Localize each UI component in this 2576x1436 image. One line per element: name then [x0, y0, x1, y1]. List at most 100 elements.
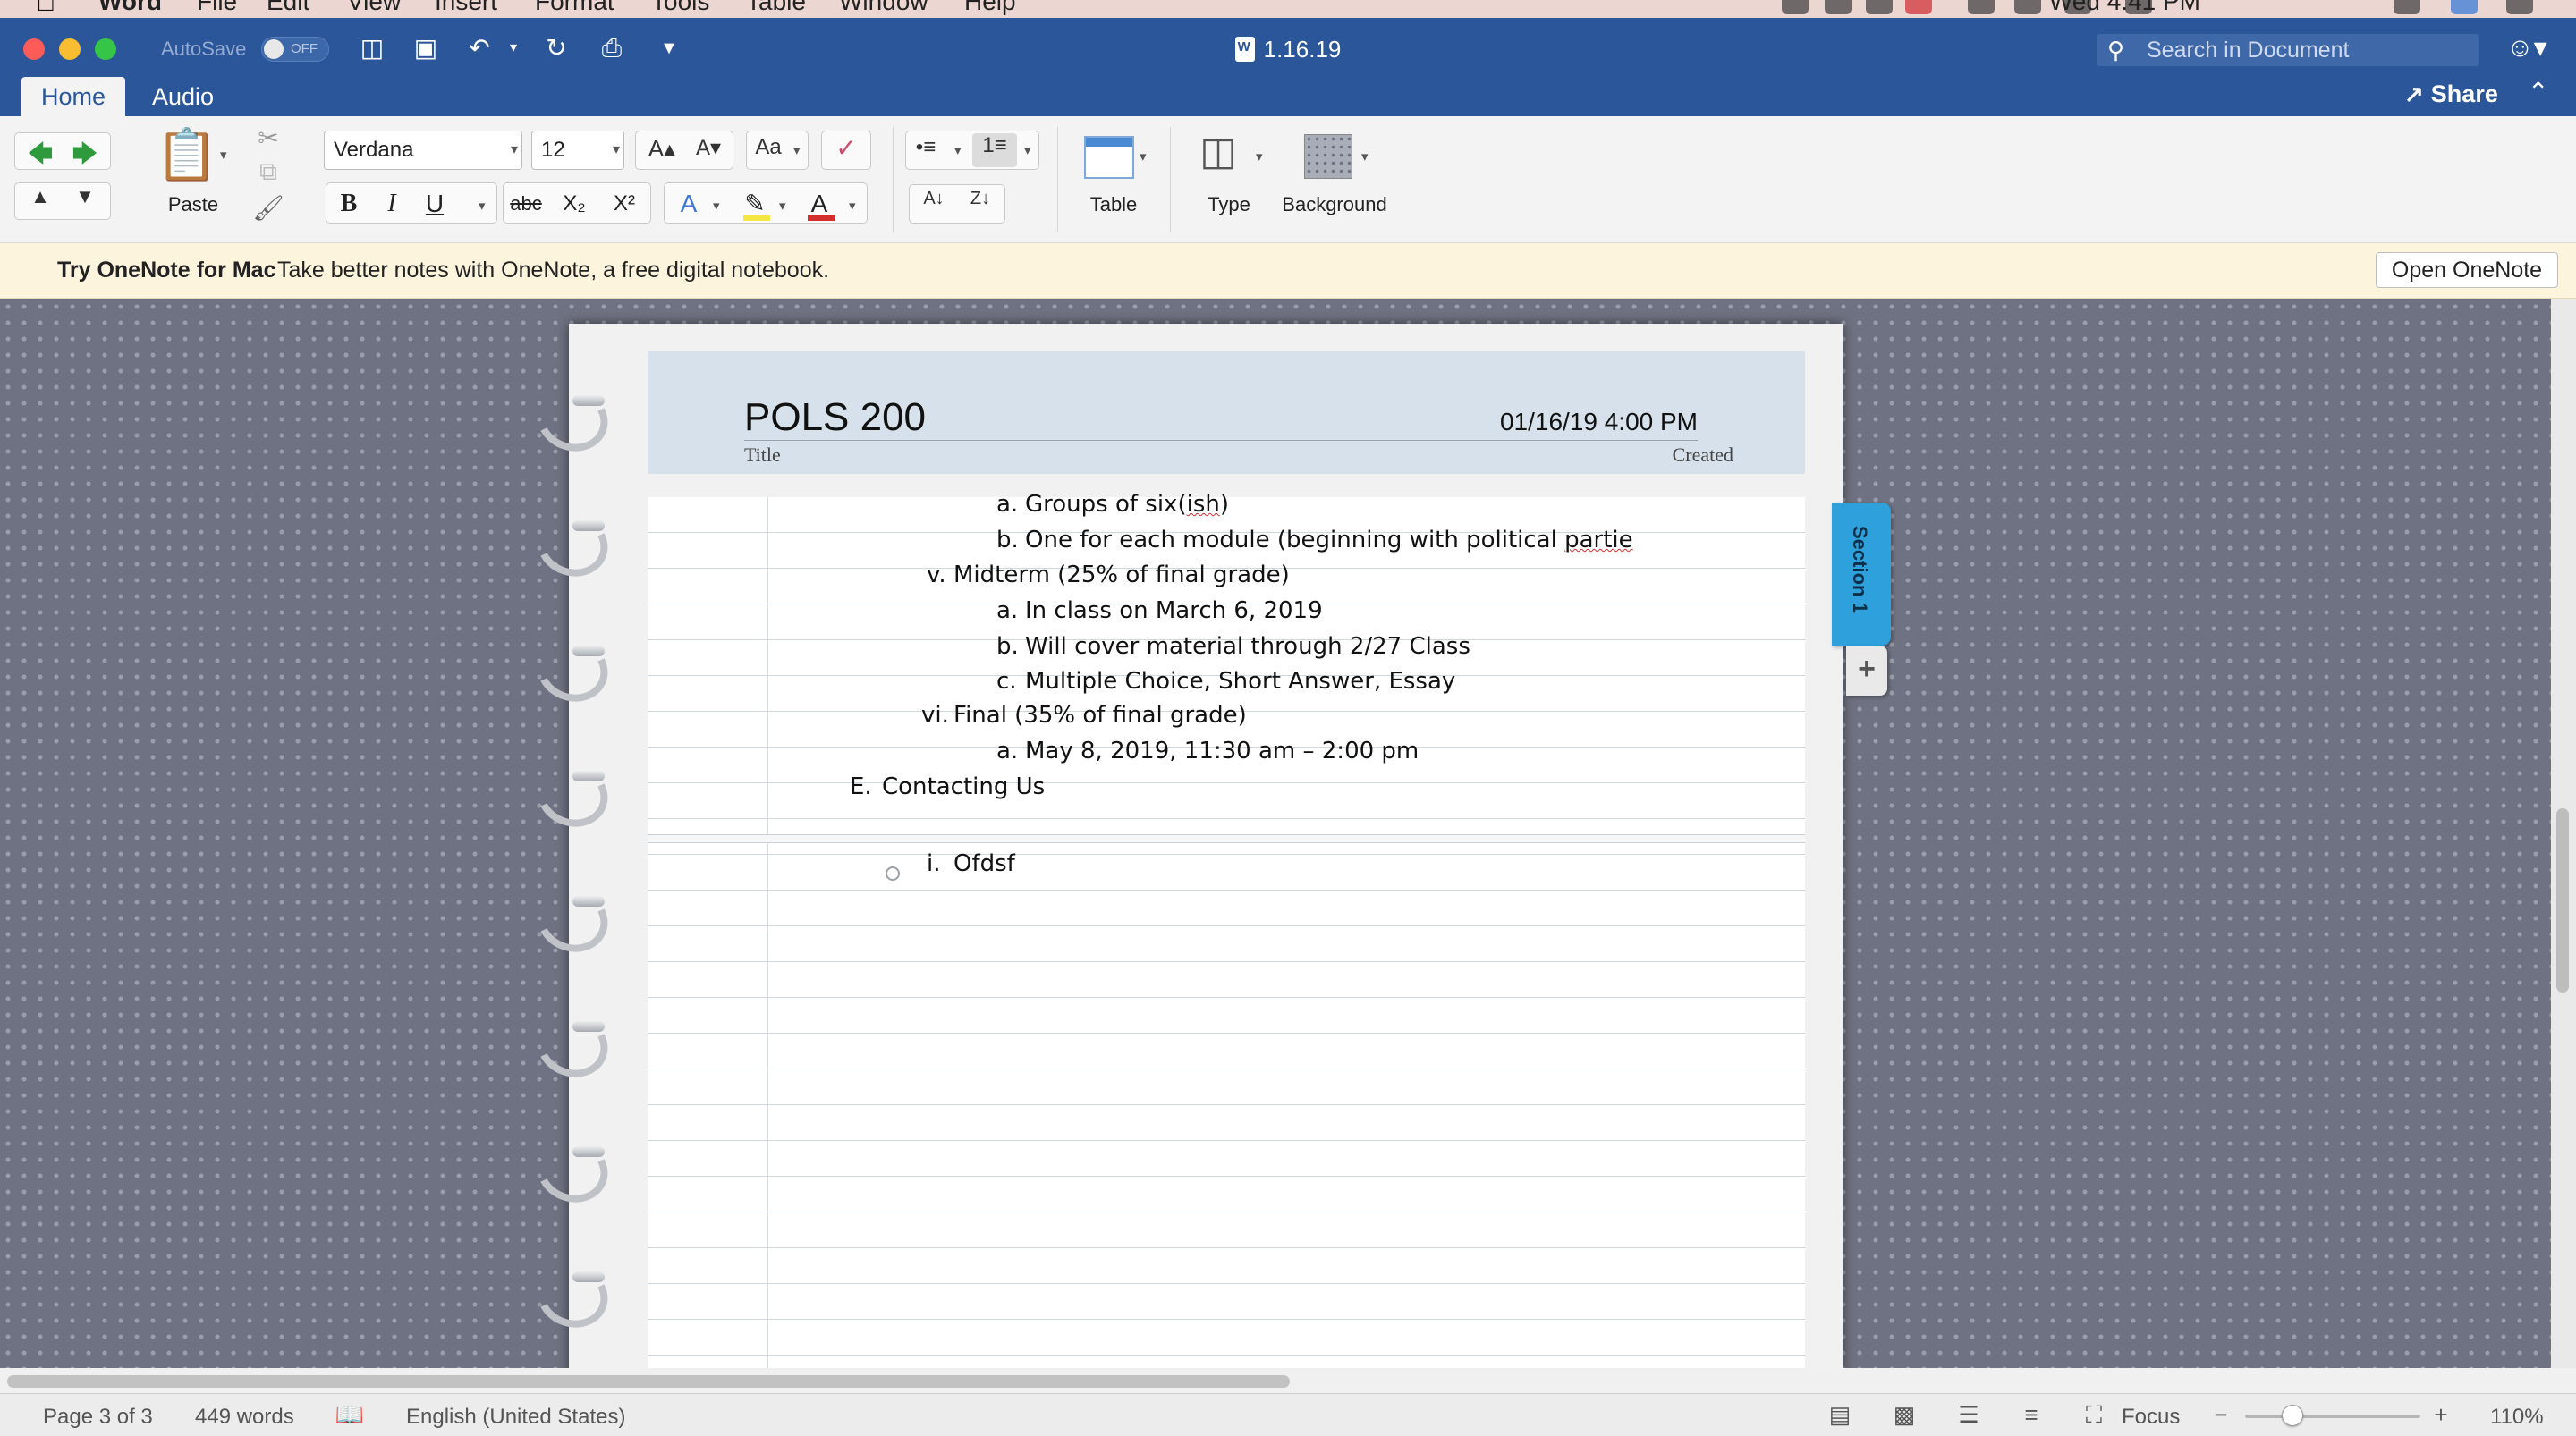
list-item[interactable]: Ofdsf: [953, 850, 1015, 877]
tab-audio[interactable]: Audio: [132, 77, 233, 116]
clear-formatting-button[interactable]: ✓: [821, 131, 871, 170]
dropbox-icon[interactable]: [1825, 0, 1852, 14]
menu-file[interactable]: File: [197, 0, 237, 16]
background-label[interactable]: Background: [1270, 193, 1399, 216]
lined-paper[interactable]: a. Groups of six(ish) b. One for each mo…: [648, 491, 1805, 1368]
spotlight-icon[interactable]: [2394, 0, 2420, 14]
list-item[interactable]: Final (35% of final grade): [953, 702, 1247, 729]
text-effects-icon[interactable]: A: [668, 183, 709, 224]
open-onenote-button[interactable]: Open OneNote: [2376, 252, 2558, 288]
menu-tools[interactable]: Tools: [651, 0, 709, 16]
menubar-clock[interactable]: Wed 4:41 PM: [2049, 0, 2200, 16]
zoom-slider-knob[interactable]: [2281, 1405, 2303, 1426]
menu-insert[interactable]: Insert: [435, 0, 497, 16]
list-item[interactable]: One for each module (beginning with poli…: [1025, 527, 1633, 553]
bold-button[interactable]: B: [328, 183, 369, 224]
apple-icon[interactable]: : [36, 0, 56, 18]
type-dropdown-icon[interactable]: ▾: [1256, 148, 1263, 165]
chevron-down-icon[interactable]: ▾: [849, 198, 856, 214]
menu-help[interactable]: Help: [964, 0, 1016, 16]
vertical-scrollbar[interactable]: [2551, 299, 2576, 1368]
add-section-button[interactable]: +: [1846, 646, 1887, 696]
forward-arrow-icon[interactable]: 🡆: [65, 135, 105, 178]
font-name-select[interactable]: Verdana ▾: [324, 131, 522, 170]
sort-ascending-icon[interactable]: A↓: [911, 189, 956, 209]
focus-label[interactable]: Focus: [2122, 1405, 2180, 1430]
type-icon[interactable]: ◫: [1191, 129, 1245, 174]
list-item[interactable]: In class on March 6, 2019: [1025, 597, 1323, 624]
chevron-down-icon[interactable]: ▾: [954, 142, 962, 158]
list-item[interactable]: May 8, 2019, 11:30 am – 2:00 pm: [1025, 738, 1419, 764]
tab-home[interactable]: Home: [21, 77, 126, 116]
table-dropdown-icon[interactable]: ▾: [1140, 148, 1147, 165]
menu-table[interactable]: Table: [746, 0, 806, 16]
outline-view-icon[interactable]: ☰: [1953, 1401, 1984, 1430]
draft-view-icon[interactable]: ▤: [1825, 1401, 1855, 1430]
horizontal-scrollbar[interactable]: [0, 1368, 2576, 1393]
spelling-error[interactable]: partie: [1564, 527, 1633, 553]
status-icon-1[interactable]: [1782, 0, 1809, 14]
strikethrough-button[interactable]: abc: [505, 183, 547, 224]
paste-dropdown-icon[interactable]: ▾: [220, 147, 227, 163]
zoom-slider-track[interactable]: [2245, 1415, 2420, 1418]
horizontal-scroll-thumb[interactable]: [7, 1375, 1290, 1388]
move-down-icon[interactable]: ▼: [65, 185, 105, 208]
menu-window[interactable]: Window: [839, 0, 928, 16]
underline-dropdown-icon[interactable]: ▾: [479, 198, 486, 214]
cut-icon[interactable]: ✂: [252, 123, 284, 153]
list-item[interactable]: Contacting Us: [882, 773, 1045, 800]
copy-icon[interactable]: ⧉: [252, 157, 284, 187]
zoom-out-icon[interactable]: −: [2206, 1401, 2236, 1430]
list-item[interactable]: Midterm (25% of final grade): [953, 562, 1290, 588]
chevron-down-icon[interactable]: ▾: [1024, 142, 1031, 158]
font-size-select[interactable]: 12 ▾: [531, 131, 624, 170]
feedback-smiley-icon[interactable]: ☺▾: [2506, 32, 2556, 64]
list-item[interactable]: Will cover material through 2/27 Class: [1025, 633, 1470, 660]
zoom-level[interactable]: 110%: [2490, 1405, 2544, 1430]
background-pattern-icon[interactable]: [1304, 134, 1352, 179]
created-date[interactable]: 01/16/19 4:00 PM: [1500, 408, 1698, 436]
paragraph-handle-icon[interactable]: [886, 866, 900, 881]
word-count[interactable]: 449 words: [195, 1405, 294, 1430]
web-layout-icon[interactable]: ▩: [1889, 1401, 1919, 1430]
siri-icon[interactable]: [2451, 0, 2478, 14]
chevron-down-icon[interactable]: ▾: [779, 198, 786, 214]
italic-button[interactable]: I: [371, 183, 412, 224]
table-label[interactable]: Table: [1073, 193, 1154, 216]
bullets-icon[interactable]: •≡: [908, 135, 944, 160]
underline-button[interactable]: U: [414, 183, 455, 224]
section-tab[interactable]: Section 1: [1832, 503, 1891, 646]
numbering-icon[interactable]: 1≡: [972, 133, 1017, 167]
search-in-document[interactable]: ⚲: [2097, 34, 2479, 66]
move-up-icon[interactable]: ▲: [21, 185, 60, 208]
notebook-page[interactable]: POLS 200 01/16/19 4:00 PM Title Created …: [528, 324, 1843, 1368]
back-arrow-icon[interactable]: 🡄: [21, 135, 60, 178]
paste-icon[interactable]: 📋: [156, 125, 218, 184]
share-button[interactable]: ↗ Share: [2404, 80, 2498, 108]
notebook-title[interactable]: POLS 200: [744, 395, 926, 440]
chevron-down-icon[interactable]: ▾: [713, 198, 720, 214]
background-dropdown-icon[interactable]: ▾: [1361, 148, 1368, 165]
zoom-in-icon[interactable]: +: [2426, 1401, 2456, 1430]
page-count[interactable]: Page 3 of 3: [43, 1405, 153, 1430]
format-painter-icon[interactable]: 🖌: [252, 193, 284, 223]
menu-app-name[interactable]: Word: [98, 0, 162, 16]
paste-label[interactable]: Paste: [157, 193, 229, 216]
wifi-icon[interactable]: [2014, 0, 2041, 14]
vertical-scroll-thumb[interactable]: [2556, 808, 2569, 993]
menu-format[interactable]: Format: [535, 0, 614, 16]
list-item[interactable]: Groups of six(ish): [1025, 491, 1229, 518]
superscript-button[interactable]: X²: [604, 183, 645, 224]
focus-icon[interactable]: ⛶: [2079, 1401, 2109, 1430]
sort-descending-icon[interactable]: Z↓: [958, 189, 1003, 209]
print-layout-icon[interactable]: ≡: [2016, 1401, 2046, 1430]
bluetooth-icon[interactable]: [1968, 0, 1995, 14]
shield-icon[interactable]: [1905, 0, 1932, 14]
shrink-font-icon[interactable]: A▾: [686, 135, 731, 161]
change-case-button[interactable]: Aa ▾: [746, 131, 809, 170]
collapse-ribbon-icon[interactable]: ⌃: [2528, 77, 2548, 106]
proofing-icon[interactable]: 📖: [335, 1401, 365, 1430]
menu-edit[interactable]: Edit: [267, 0, 309, 16]
spelling-error[interactable]: ish: [1187, 491, 1220, 518]
grow-font-icon[interactable]: A▴: [640, 135, 684, 163]
